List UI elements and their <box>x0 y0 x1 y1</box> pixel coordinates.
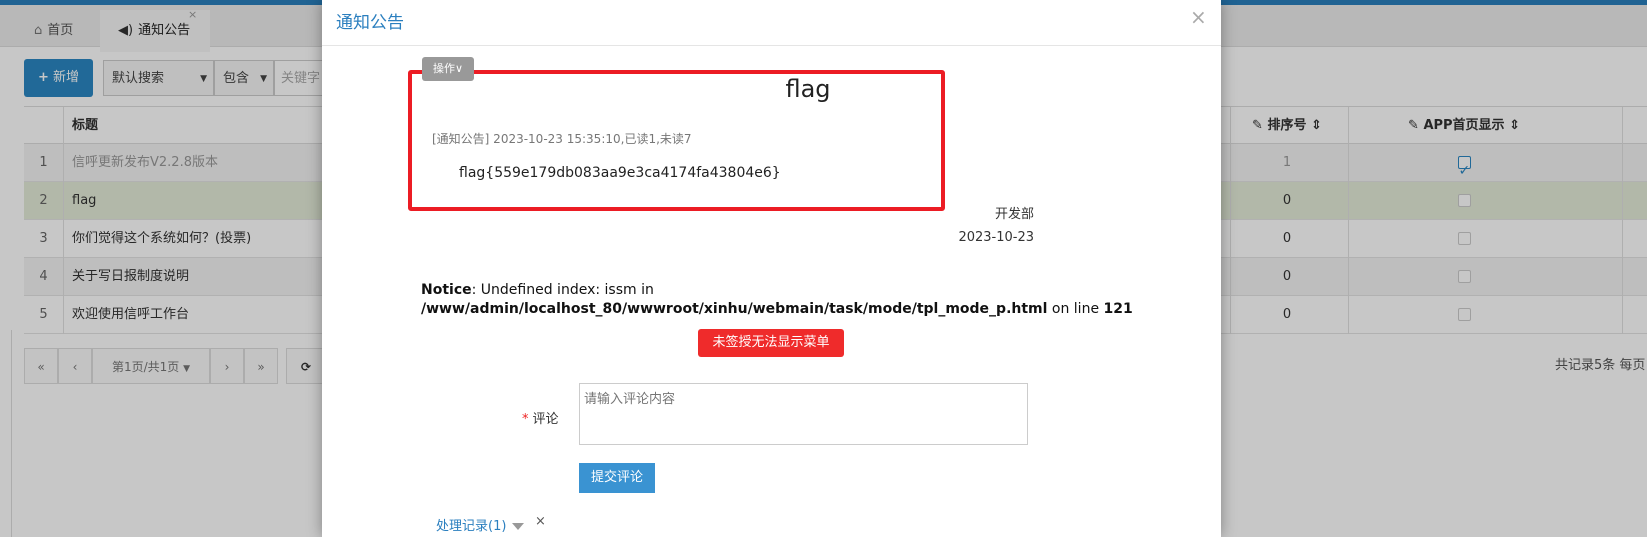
dialog-title: 通知公告 <box>336 13 404 33</box>
operation-menu-button[interactable]: 操作∨ <box>422 57 474 81</box>
php-notice-message: : Undefined index: issm in <box>471 282 654 298</box>
notice-date: 2023-10-23 <box>958 230 1034 245</box>
process-log-label: 处理记录(1) <box>436 519 507 534</box>
comment-input[interactable] <box>579 383 1028 445</box>
notice-meta: [通知公告] 2023-10-23 15:35:10,已读1,未读7 <box>432 132 692 146</box>
php-notice-line-1: Notice: Undefined index: issm in <box>421 282 654 298</box>
php-notice-line-number: 121 <box>1103 301 1133 317</box>
notice-dialog: 通知公告 × 操作∨ flag [通知公告] 2023-10-23 15:35:… <box>322 0 1221 537</box>
unsigned-menu-button[interactable]: 未签授无法显示菜单 <box>698 329 844 357</box>
close-icon[interactable]: × <box>1190 5 1207 29</box>
comment-label-text: 评论 <box>532 412 559 427</box>
notice-title: flag <box>785 75 831 103</box>
php-notice-line-2: /www/admin/localhost_80/wwwroot/xinhu/we… <box>421 301 1133 317</box>
comment-label: * 评论 <box>522 408 559 427</box>
php-notice-on-line: on line <box>1047 301 1104 317</box>
process-log-link[interactable]: 处理记录(1) <box>436 515 525 534</box>
notice-department: 开发部 <box>994 207 1034 222</box>
log-close-icon[interactable]: × <box>535 514 546 529</box>
triangle-down-icon <box>512 523 525 530</box>
dialog-header: 通知公告 × <box>322 0 1221 46</box>
php-notice-path: /www/admin/localhost_80/wwwroot/xinhu/we… <box>421 301 1048 317</box>
submit-comment-button[interactable]: 提交评论 <box>579 463 655 493</box>
php-notice-label: Notice <box>421 282 472 298</box>
notice-body: flag{559e179db083aa9e3ca4174fa43804e6} <box>459 165 781 181</box>
required-mark: * <box>522 412 529 427</box>
